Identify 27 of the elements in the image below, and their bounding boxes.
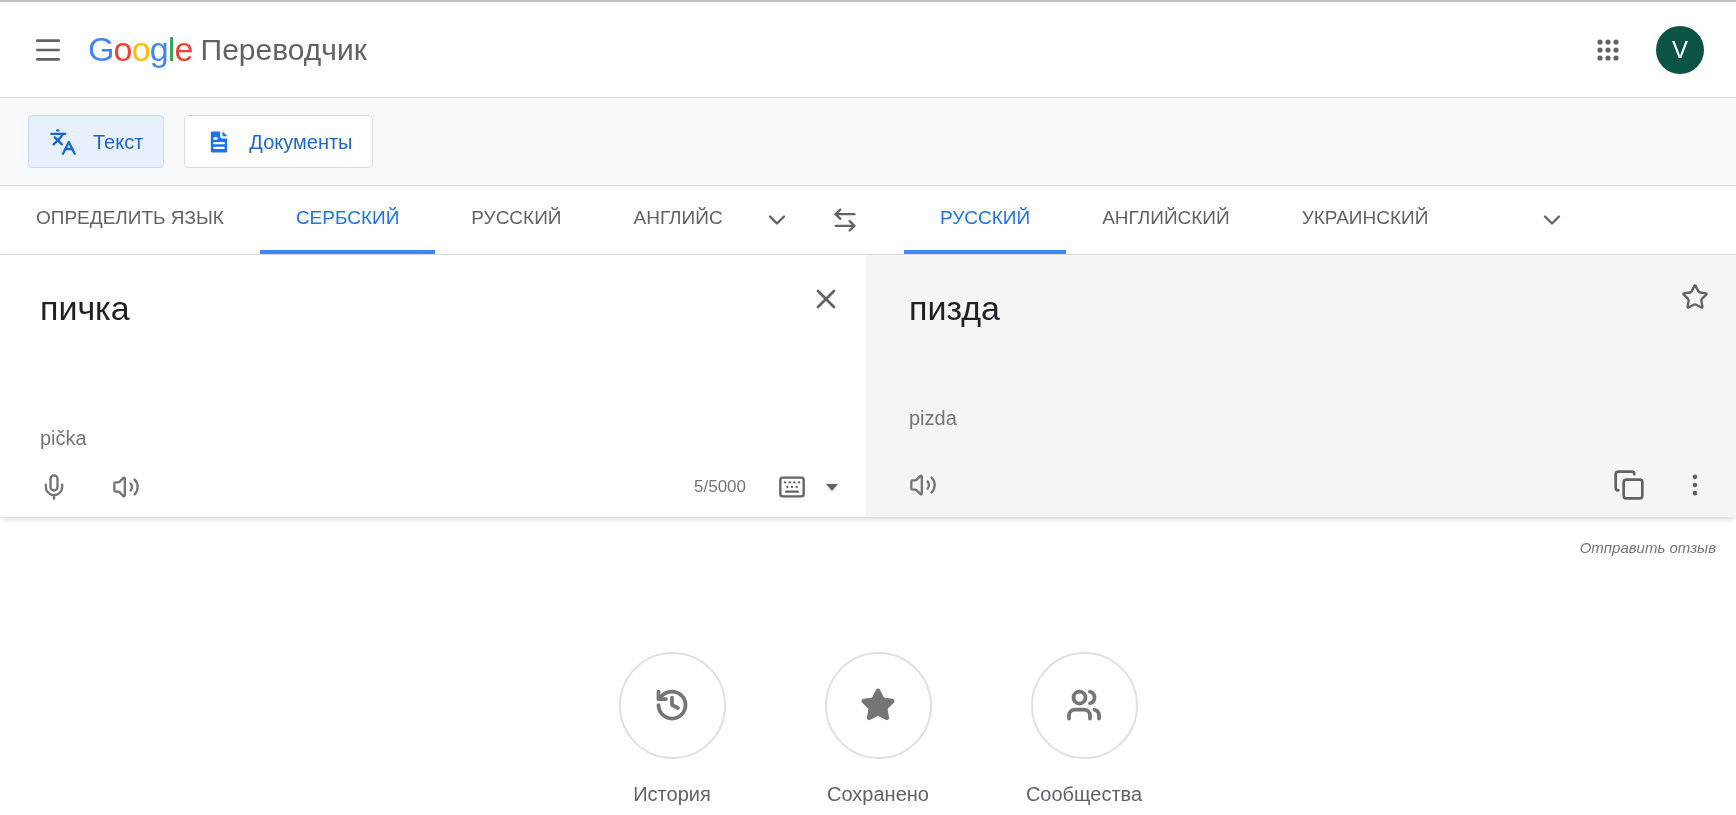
language-tab[interactable]: АНГЛИЙСКИЙ	[1066, 186, 1266, 254]
language-tab[interactable]: ОПРЕДЕЛИТЬ ЯЗЫК	[0, 186, 260, 254]
account-avatar[interactable]: V	[1656, 25, 1704, 74]
star-icon[interactable]	[1681, 283, 1709, 311]
shortcut-label: История	[633, 781, 711, 807]
feedback-link[interactable]: Отправить отзыв	[1579, 537, 1716, 560]
google-logo[interactable]: Google	[88, 24, 193, 75]
transliteration: pička	[40, 426, 88, 451]
language-tab[interactable]: РУССКИЙ	[435, 186, 598, 254]
copy-icon[interactable]	[1613, 469, 1645, 501]
language-tab[interactable]: АНГЛИЙС	[597, 186, 759, 254]
people-icon	[1066, 687, 1102, 723]
app-title: Переводчик	[200, 32, 367, 68]
shortcut-label: Сохранено	[827, 781, 929, 807]
mode-button[interactable]: Документы	[184, 115, 374, 168]
history-icon	[654, 687, 690, 723]
star-icon	[860, 687, 896, 723]
language-tab[interactable]: УКРАИНСКИЙ	[1265, 186, 1465, 254]
translate-icon	[49, 127, 77, 156]
character-count: 5/5000	[694, 476, 746, 499]
source-text[interactable]: пичка	[40, 283, 130, 334]
dropdown-arrow-icon[interactable]	[826, 483, 838, 491]
transliteration: pizda	[909, 406, 958, 431]
shortcut-label: Сообщества	[1025, 781, 1143, 807]
apps-grid-icon[interactable]	[1596, 37, 1620, 62]
mode-button[interactable]: Текст	[28, 115, 165, 168]
translation-text: пизда	[909, 288, 1000, 329]
